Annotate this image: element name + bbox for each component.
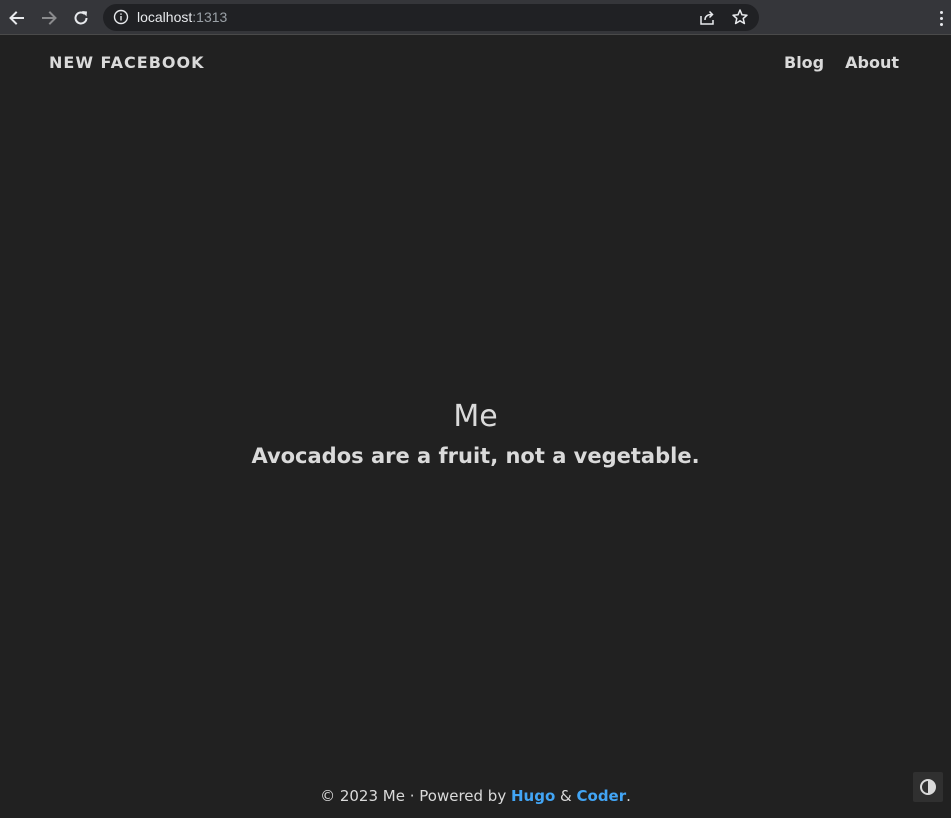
star-icon[interactable]: [731, 8, 749, 26]
footer-suffix: .: [626, 787, 631, 805]
url-port: :1313: [192, 9, 228, 25]
nav-link-blog[interactable]: Blog: [784, 53, 824, 72]
kebab-menu-icon[interactable]: [936, 6, 946, 30]
share-icon[interactable]: [699, 9, 716, 26]
url-host: localhost: [137, 9, 193, 25]
address-bar[interactable]: localhost:1313: [103, 4, 759, 31]
reload-icon: [74, 11, 88, 25]
contrast-icon: [920, 779, 936, 795]
browser-toolbar: localhost:1313: [0, 0, 951, 35]
footer: © 2023 Me · Powered by Hugo & Coder.: [0, 787, 951, 805]
back-arrow-icon: [9, 11, 24, 25]
coder-link[interactable]: Coder: [577, 787, 627, 805]
forward-arrow-icon: [42, 11, 57, 25]
page-title: Me: [453, 399, 498, 434]
site-title[interactable]: NEW FACEBOOK: [49, 53, 204, 72]
site-navigation: Blog About: [784, 53, 899, 72]
back-button[interactable]: [3, 4, 31, 32]
footer-copyright: © 2023 Me · Powered by: [320, 787, 511, 805]
forward-button[interactable]: [35, 4, 63, 32]
footer-joiner: &: [555, 787, 577, 805]
hugo-link[interactable]: Hugo: [511, 787, 555, 805]
nav-link-about[interactable]: About: [845, 53, 899, 72]
url-text[interactable]: localhost:1313: [137, 9, 227, 25]
page-subtitle: Avocados are a fruit, not a vegetable.: [251, 444, 700, 468]
reload-button[interactable]: [67, 4, 95, 32]
hero-section: Me Avocados are a fruit, not a vegetable…: [0, 395, 951, 471]
theme-toggle-button[interactable]: [913, 772, 943, 802]
info-icon[interactable]: [113, 9, 129, 25]
